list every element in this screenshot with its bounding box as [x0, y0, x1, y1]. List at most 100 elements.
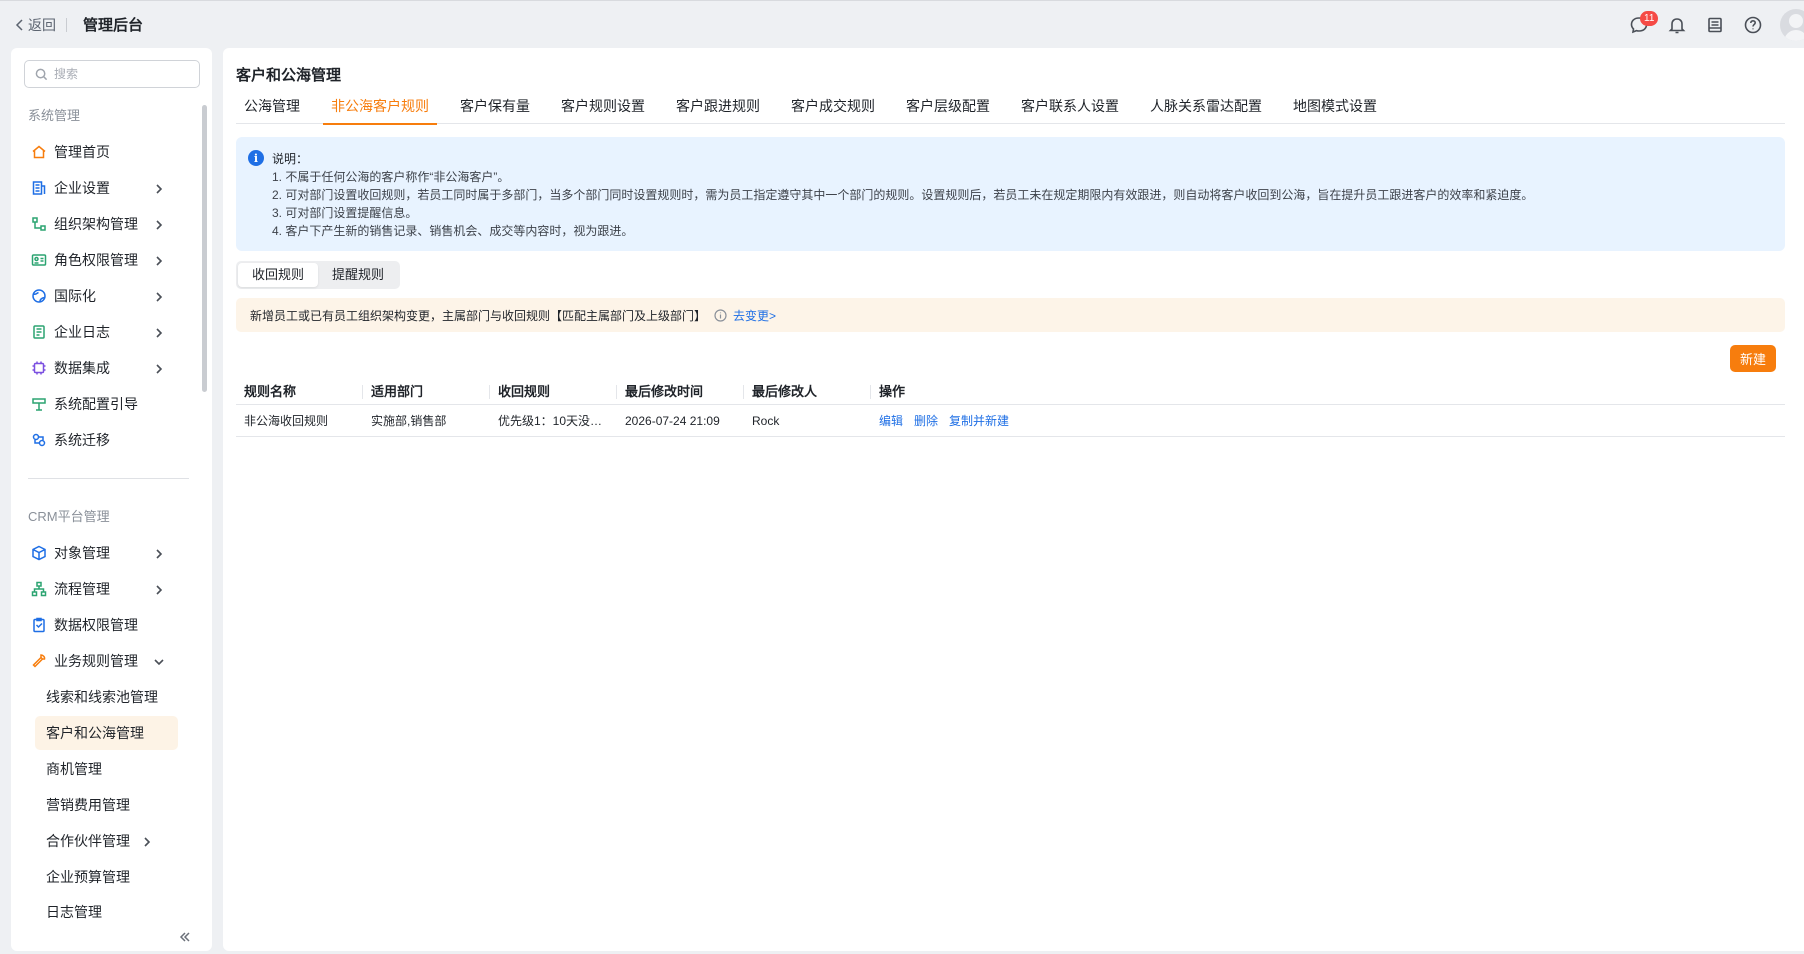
- sidebar-item-data-integration[interactable]: 数据集成: [11, 350, 199, 386]
- chevron-right-icon: [153, 547, 165, 559]
- sidebar-subitem-customers[interactable]: 客户和公海管理: [35, 716, 178, 750]
- chevron-down-icon: [153, 655, 165, 667]
- delete-button[interactable]: 删除: [914, 412, 938, 429]
- tab-contact-settings[interactable]: 客户联系人设置: [1013, 92, 1127, 124]
- info-notice: i 说明： 1. 不属于任何公海的客户称作“非公海客户”。 2. 可对部门设置收…: [236, 137, 1785, 251]
- sidebar-subitem-label: 客户和公海管理: [46, 725, 144, 741]
- sidebar-subitem-leads[interactable]: 线索和线索池管理: [11, 679, 199, 715]
- cell-actions: 编辑 删除 复制并新建: [871, 412, 1171, 429]
- sidebar-item-label: 组织架构管理: [54, 216, 138, 232]
- sidebar-item-i18n[interactable]: 国际化: [11, 278, 199, 314]
- tab-public-pool[interactable]: 公海管理: [236, 92, 308, 124]
- inbox-button[interactable]: [1696, 1, 1734, 49]
- cell-departments: 实施部,销售部: [371, 414, 447, 428]
- top-actions: 11: [1620, 1, 1804, 49]
- building-icon: [31, 180, 47, 196]
- copy-and-new-button[interactable]: 复制并新建: [949, 412, 1009, 429]
- sidebar-subitem-opportunities[interactable]: 商机管理: [11, 751, 199, 787]
- sidebar-subitem-marketing-costs[interactable]: 营销费用管理: [11, 787, 199, 823]
- notice-line: 1. 不属于任何公海的客户称作“非公海客户”。: [272, 170, 510, 184]
- rule-type-switch: 收回规则 提醒规则: [236, 261, 401, 289]
- help-icon: [1744, 16, 1762, 34]
- globe-icon: [31, 288, 47, 304]
- double-chevron-left-icon: [179, 932, 190, 942]
- info-circle-icon[interactable]: [714, 308, 727, 322]
- notice-list: 1. 不属于任何公海的客户称作“非公海客户”。 2. 可对部门设置收回规则，若员…: [272, 168, 1533, 240]
- table-row: 非公海收回规则 实施部,销售部 优先级1：10天没有… 2026-07-24 2…: [236, 405, 1785, 437]
- search-box[interactable]: [24, 60, 200, 88]
- help-button[interactable]: [1734, 1, 1772, 49]
- page-title: 客户和公海管理: [236, 67, 342, 84]
- search-input[interactable]: [54, 67, 194, 81]
- warning-text: 新增员工或已有员工组织架构变更，主属部门与收回规则【匹配主属部门及上级部门】: [250, 308, 707, 323]
- segment-recall-rules[interactable]: 收回规则: [238, 263, 319, 287]
- message-badge: 11: [1640, 11, 1659, 26]
- sidebar-item-object-management[interactable]: 对象管理: [11, 535, 199, 571]
- sidebar-item-enterprise-log[interactable]: 企业日志: [11, 314, 199, 350]
- segment-reminder-rules[interactable]: 提醒规则: [318, 263, 398, 287]
- log-icon: [31, 324, 47, 340]
- chat-button[interactable]: 11: [1620, 1, 1659, 49]
- notice-line: 3. 可对部门设置提醒信息。: [272, 206, 418, 220]
- tab-relationship-radar[interactable]: 人脉关系雷达配置: [1142, 92, 1270, 124]
- warning-banner: 新增员工或已有员工组织架构变更，主属部门与收回规则【匹配主属部门及上级部门】 去…: [236, 298, 1785, 332]
- section-title-crm: CRM平台管理: [28, 509, 110, 524]
- sidebar-item-data-permissions[interactable]: 数据权限管理: [11, 607, 199, 643]
- notice-title: 说明：: [272, 152, 309, 166]
- sidebar-item-role-permissions[interactable]: 角色权限管理: [11, 242, 199, 278]
- chevron-left-icon: [15, 18, 23, 31]
- rules-table: 规则名称 适用部门 收回规则 最后修改时间 最后修改人 操作 非公海收回规则 实…: [236, 378, 1785, 437]
- sidebar-item-label: 数据集成: [54, 360, 110, 376]
- sidebar-item-home[interactable]: 管理首页: [11, 134, 199, 170]
- notification-button[interactable]: [1658, 1, 1696, 49]
- avatar[interactable]: [1780, 9, 1804, 41]
- sidebar-subitem-partners[interactable]: 合作伙伴管理: [11, 823, 199, 859]
- sidebar-item-label: 系统迁移: [54, 432, 110, 448]
- sidebar-scrollbar[interactable]: [202, 105, 207, 392]
- sidebar-item-system-migration[interactable]: 系统迁移: [11, 422, 199, 458]
- new-button[interactable]: 新建: [1730, 345, 1776, 372]
- tab-customer-level-config[interactable]: 客户层级配置: [898, 92, 998, 124]
- cell-recall-rule: 优先级1：10天没有…: [498, 414, 615, 428]
- chevron-right-icon: [153, 362, 165, 374]
- back-button[interactable]: 返回: [14, 15, 56, 35]
- chevron-right-icon: [153, 182, 165, 194]
- org-icon: [31, 216, 47, 232]
- tab-customer-rule-settings[interactable]: 客户规则设置: [553, 92, 653, 124]
- back-label: 返回: [28, 16, 56, 33]
- edit-button[interactable]: 编辑: [879, 412, 903, 429]
- flow-icon: [31, 581, 47, 597]
- sidebar-item-enterprise-settings[interactable]: 企业设置: [11, 170, 199, 206]
- tab-deal-rules[interactable]: 客户成交规则: [783, 92, 883, 124]
- tab-follow-up-rules[interactable]: 客户跟进规则: [668, 92, 768, 124]
- chevron-right-icon: [153, 254, 165, 266]
- id-card-icon: [31, 252, 47, 268]
- tab-customer-retention[interactable]: 客户保有量: [452, 92, 538, 124]
- cell-rule-name: 非公海收回规则: [244, 414, 329, 428]
- main-panel: 客户和公海管理 公海管理 非公海客户规则 客户保有量 客户规则设置 客户跟进规则…: [223, 48, 1804, 951]
- sidebar-divider: [28, 478, 189, 479]
- sidebar-item-label: 业务规则管理: [54, 653, 138, 669]
- top-bar: 返回 管理后台 11: [0, 0, 1804, 48]
- table-header: 规则名称 适用部门 收回规则 最后修改时间 最后修改人 操作: [236, 378, 1785, 405]
- migrate-icon: [31, 432, 47, 448]
- sidebar-item-label: 数据权限管理: [54, 617, 138, 633]
- sidebar-item-org-structure[interactable]: 组织架构管理: [11, 206, 199, 242]
- sidebar-subitem-label: 合作伙伴管理: [46, 833, 130, 849]
- sidebar-item-config-guide[interactable]: 系统配置引导: [11, 386, 199, 422]
- collapse-sidebar-button[interactable]: [178, 930, 194, 946]
- sidebar-subitem-label: 营销费用管理: [46, 797, 130, 813]
- cell-modified-by: Rock: [752, 413, 780, 428]
- sidebar-item-label: 系统配置引导: [54, 396, 138, 412]
- tab-non-public-customer-rules[interactable]: 非公海客户规则: [323, 92, 437, 125]
- change-link[interactable]: 去变更>: [733, 307, 776, 324]
- sidebar-subitem-logs[interactable]: 日志管理: [11, 895, 199, 919]
- sidebar-item-business-rules[interactable]: 业务规则管理: [11, 643, 199, 679]
- tab-map-mode[interactable]: 地图模式设置: [1285, 92, 1385, 124]
- sidebar-item-label: 企业日志: [54, 324, 110, 340]
- sidebar-item-process-management[interactable]: 流程管理: [11, 571, 199, 607]
- chevron-right-icon: [141, 835, 153, 847]
- clipboard-icon: [31, 617, 47, 633]
- search-icon: [35, 68, 48, 80]
- sidebar-subitem-budget[interactable]: 企业预算管理: [11, 859, 199, 895]
